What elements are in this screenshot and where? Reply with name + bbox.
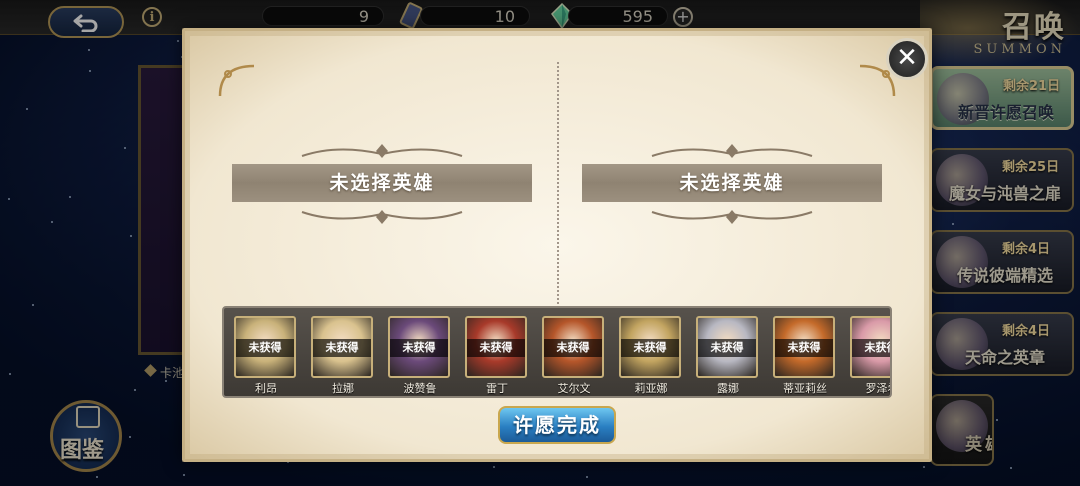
hero-card[interactable]: 未获得 拉娜: [311, 316, 375, 396]
hero-name: 蒂亚莉丝: [783, 382, 827, 395]
left-hero-slot[interactable]: 未选择英雄: [232, 164, 532, 202]
hero-portrait: 未获得: [850, 316, 890, 378]
hero-card[interactable]: 未获得 蒂亚莉丝: [773, 316, 837, 396]
hero-name: 露娜: [717, 382, 739, 395]
hero-portrait: 未获得: [773, 316, 835, 378]
hero-card[interactable]: 未获得 波赞鲁: [388, 316, 452, 396]
flourish-bottom-left: [301, 210, 463, 224]
hero-portrait: 未获得: [311, 316, 373, 378]
close-button[interactable]: ✕: [886, 38, 928, 80]
not-obtained-label: 未获得: [852, 339, 890, 357]
hero-selection-strip[interactable]: 未获得 利昂 未获得 拉娜 未获得 波赞鲁 未获得 雷丁 未获得 艾尔文 未获得 莉亚娜 未获得 露娜 未获…: [222, 306, 892, 398]
hero-portrait: 未获得: [465, 316, 527, 378]
close-icon: ✕: [896, 43, 918, 73]
not-obtained-label: 未获得: [390, 339, 448, 357]
not-obtained-label: 未获得: [467, 339, 525, 357]
hero-card[interactable]: 未获得 雷丁: [465, 316, 529, 396]
right-hero-slot[interactable]: 未选择英雄: [582, 164, 882, 202]
hero-name: 拉娜: [332, 382, 354, 395]
flourish-bottom-right: [651, 210, 813, 224]
hero-card[interactable]: 未获得 利昂: [234, 316, 298, 396]
hero-portrait: 未获得: [388, 316, 450, 378]
flourish-top-left: [301, 144, 463, 158]
hero-portrait: 未获得: [234, 316, 296, 378]
hero-name: 雷丁: [486, 382, 508, 395]
hero-name: 艾尔文: [557, 382, 591, 395]
left-slot-label: 未选择英雄: [329, 172, 435, 194]
right-slot-label: 未选择英雄: [679, 172, 785, 194]
hero-name: 罗泽希: [865, 382, 891, 395]
hero-name: 利昂: [255, 382, 277, 395]
hero-card[interactable]: 未获得 露娜: [696, 316, 760, 396]
center-divider: [557, 62, 559, 332]
not-obtained-label: 未获得: [775, 339, 833, 357]
not-obtained-label: 未获得: [544, 339, 602, 357]
wish-complete-button[interactable]: 许愿完成: [498, 406, 616, 444]
wish-select-modal: 未选择英雄 未选择英雄 未获得 利昂 未获得 拉娜 未获得 波赞鲁 未获得 雷丁 未获得 艾尔文未…: [182, 28, 932, 462]
hero-portrait: 未获得: [619, 316, 681, 378]
not-obtained-label: 未获得: [621, 339, 679, 357]
flourish-top-right: [651, 144, 813, 158]
hero-card[interactable]: 未获得 艾尔文: [542, 316, 606, 396]
not-obtained-label: 未获得: [236, 339, 294, 357]
hero-card[interactable]: 未获得罗泽希: [850, 316, 891, 396]
hero-name: 波赞鲁: [403, 382, 437, 395]
hero-card[interactable]: 未获得 莉亚娜: [619, 316, 683, 396]
wish-complete-label: 许愿完成: [513, 413, 601, 437]
corner-ornament-left: [218, 64, 255, 97]
not-obtained-label: 未获得: [698, 339, 756, 357]
hero-name: 莉亚娜: [634, 382, 668, 395]
hero-portrait: 未获得: [696, 316, 758, 378]
not-obtained-label: 未获得: [313, 339, 371, 357]
hero-portrait: 未获得: [542, 316, 604, 378]
